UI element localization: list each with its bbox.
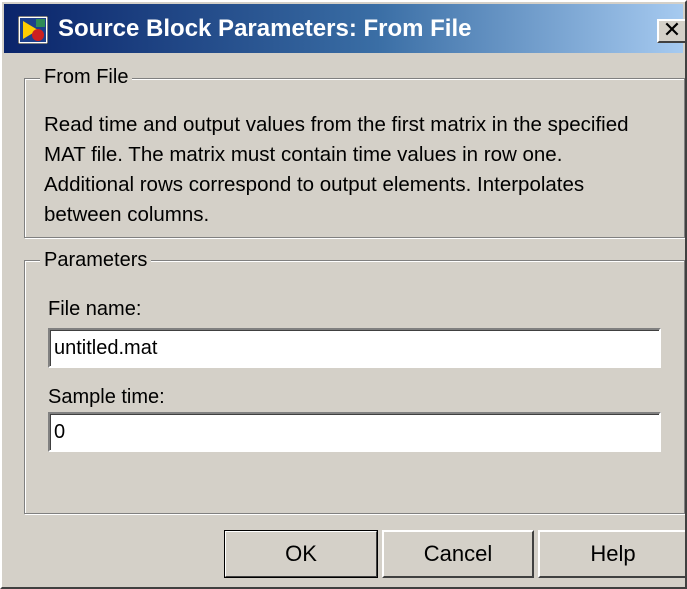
description-line: Read time and output values from the fir… xyxy=(44,113,629,136)
sample-time-input[interactable] xyxy=(48,412,661,452)
dialog-title: Source Block Parameters: From File xyxy=(58,15,472,42)
sample-time-label: Sample time: xyxy=(48,386,165,408)
cancel-button[interactable]: Cancel xyxy=(382,530,534,578)
parameters-legend: Parameters xyxy=(40,248,152,272)
close-button[interactable]: ✕ xyxy=(657,17,685,43)
close-icon: ✕ xyxy=(662,17,682,42)
file-name-input[interactable] xyxy=(48,328,661,368)
dialog-window: Source Block Parameters: From File ✕ Fro… xyxy=(0,0,687,589)
description-line: Additional rows correspond to output ele… xyxy=(44,173,585,196)
file-name-label: File name: xyxy=(48,298,142,320)
help-button[interactable]: Help xyxy=(538,530,685,578)
title-bar[interactable]: Source Block Parameters: From File ✕ xyxy=(4,4,685,53)
ok-button[interactable]: OK xyxy=(224,530,378,578)
description-line: MAT file. The matrix must contain time v… xyxy=(44,143,563,166)
description-line: between columns. xyxy=(44,203,210,226)
from-file-legend: From File xyxy=(40,65,133,89)
block-description: Read time and output values from the fir… xyxy=(44,110,674,230)
simulink-block-icon xyxy=(18,16,48,44)
